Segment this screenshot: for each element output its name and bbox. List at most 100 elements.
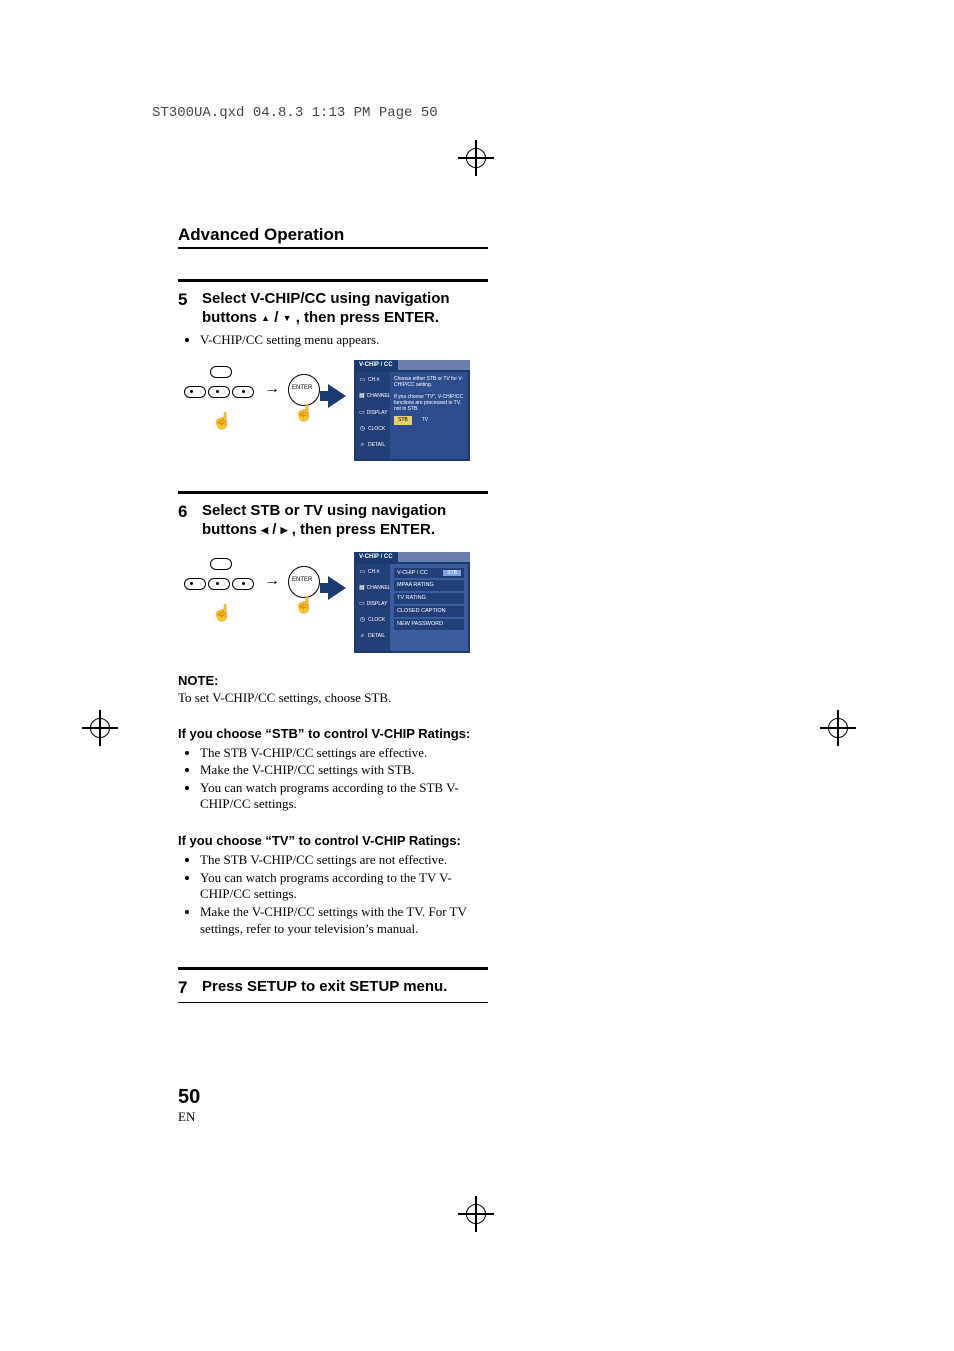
remote-enter-button: ENTER <box>288 374 320 406</box>
crop-mark-left <box>82 710 118 746</box>
step5-line2-prefix: buttons <box>202 309 261 326</box>
figure-step6: ☝ → ENTER ☝ V-CHIP / CC ▭CH.# ▦CHANNEL <box>178 552 488 653</box>
step5-line1: Select V-CHIP/CC using navigation <box>202 290 450 307</box>
step-number: 7 <box>178 978 192 998</box>
osd-icon: ⌕ <box>359 442 366 449</box>
osd2-row4: NEW PASSWORD <box>397 621 443 628</box>
page-title: Advanced Operation <box>178 225 488 249</box>
remote-nav-illustration: ☝ <box>178 552 256 622</box>
stb-heading: If you choose “STB” to control V-CHIP Ra… <box>178 726 488 741</box>
osd2-row1: MPAA RATING <box>397 582 434 589</box>
enter-label: ENTER <box>292 385 312 391</box>
crop-mark-top <box>458 140 494 176</box>
osd2-main: V-CHIP / CC STB MPAA RATING TV RATING CLO… <box>390 564 468 651</box>
osd1-side-2: DISPLAY <box>367 410 388 416</box>
crop-mark-right <box>820 710 856 746</box>
osd2-row0: V-CHIP / CC <box>397 570 428 577</box>
osd2-side-2: DISPLAY <box>367 601 388 607</box>
step5-line2-suffix: , then press ENTER. <box>296 309 439 326</box>
big-arrow-icon <box>328 384 346 408</box>
hand-icon: ☝ <box>288 406 320 422</box>
step-6: 6 Select STB or TV using navigation butt… <box>178 502 488 540</box>
right-arrow-icon <box>281 521 288 538</box>
figure-step5: ☝ → ENTER ☝ V-CHIP / CC ▭CH.# ▦CHANNEL <box>178 360 488 461</box>
arrow-right-icon: → <box>264 380 280 398</box>
rule <box>178 967 488 970</box>
enter-label: ENTER <box>292 577 312 583</box>
step-5: 5 Select V-CHIP/CC using navigation butt… <box>178 290 488 328</box>
osd1-side-1: CHANNEL <box>367 393 391 399</box>
step-number: 6 <box>178 502 192 540</box>
stb-b3: You can watch programs according to the … <box>200 780 488 813</box>
note-heading: NOTE: <box>178 673 488 688</box>
hand-icon: ☝ <box>212 414 232 430</box>
step-title: Select V-CHIP/CC using navigation button… <box>202 290 450 328</box>
big-arrow-icon <box>328 576 346 600</box>
tv-bullets: The STB V-CHIP/CC settings are not effec… <box>178 852 488 937</box>
osd1-side-3: CLOCK <box>368 426 385 432</box>
osd1-tab-active: V-CHIP / CC <box>354 360 398 370</box>
osd-icon: ▭ <box>359 377 366 384</box>
osd2-side-4: DETAIL <box>368 633 385 639</box>
osd-icon: ▭ <box>359 569 366 576</box>
step-7: 7 Press SETUP to exit SETUP menu. <box>178 978 488 998</box>
step-title: Press SETUP to exit SETUP menu. <box>202 978 447 998</box>
osd2-row0-val: STB <box>443 570 461 577</box>
page-lang: EN <box>178 1109 200 1125</box>
page-number-block: 50 EN <box>178 1086 200 1125</box>
osd2-row3: CLOSED CAPTION <box>397 608 446 615</box>
osd-icon: ⌕ <box>359 633 366 640</box>
osd-icon: ▭ <box>359 410 365 417</box>
left-arrow-icon <box>261 521 268 538</box>
osd1-text-1: Choose either STB or TV for V-CHIP/CC se… <box>394 376 464 389</box>
up-arrow-icon <box>261 309 270 326</box>
stb-b1: The STB V-CHIP/CC settings are effective… <box>200 745 488 762</box>
step-title: Select STB or TV using navigation button… <box>202 502 446 540</box>
osd1-stb-option: STB <box>394 416 412 424</box>
step-number: 5 <box>178 290 192 328</box>
prepress-header: ST300UA.qxd 04.8.3 1:13 PM Page 50 <box>152 105 438 121</box>
tv-b1: The STB V-CHIP/CC settings are not effec… <box>200 852 488 869</box>
osd1-text-2: If you choose "TV", V-CHIP/CC functions … <box>394 394 464 413</box>
rule-thin <box>178 1002 488 1003</box>
osd-icon: ◷ <box>359 617 366 624</box>
step5-bullet-1: V-CHIP/CC setting menu appears. <box>200 332 488 349</box>
step6-line2-prefix: buttons <box>202 521 261 538</box>
osd1-sidebar: ▭CH.# ▦CHANNEL ▭DISPLAY ◷CLOCK ⌕DETAIL <box>356 372 390 459</box>
osd1-tab-inactive <box>398 360 470 370</box>
remote-left-button <box>184 578 206 590</box>
note-body: To set V-CHIP/CC settings, choose STB. <box>178 690 488 706</box>
remote-mid-button <box>208 386 230 398</box>
page-number: 50 <box>178 1086 200 1109</box>
osd2-sidebar: ▭CH.# ▦CHANNEL ▭DISPLAY ◷CLOCK ⌕DETAIL <box>356 564 390 651</box>
stb-b2: Make the V-CHIP/CC settings with STB. <box>200 762 488 779</box>
remote-mid-button <box>208 578 230 590</box>
osd-icon: ▦ <box>359 585 365 592</box>
osd1-side-0: CH.# <box>368 377 379 383</box>
osd2-row2: TV RATING <box>397 595 426 602</box>
osd2-tab-inactive <box>398 552 470 562</box>
remote-nav-illustration: ☝ <box>178 360 256 430</box>
rule <box>178 279 488 282</box>
down-arrow-icon <box>283 309 292 326</box>
step6-line2-suffix: , then press ENTER. <box>292 521 435 538</box>
stb-bullets: The STB V-CHIP/CC settings are effective… <box>178 745 488 814</box>
step5-bullets: V-CHIP/CC setting menu appears. <box>178 332 488 349</box>
osd2-side-0: CH.# <box>368 569 379 575</box>
tv-b3: Make the V-CHIP/CC settings with the TV.… <box>200 904 488 937</box>
remote-up-button <box>210 558 232 570</box>
crop-mark-bottom <box>458 1196 494 1232</box>
osd1-side-4: DETAIL <box>368 442 385 448</box>
osd1-tv-option: TV <box>418 416 432 424</box>
remote-left-button <box>184 386 206 398</box>
osd-screenshot-2: V-CHIP / CC ▭CH.# ▦CHANNEL ▭DISPLAY ◷CLO… <box>354 552 470 653</box>
osd-icon: ▭ <box>359 601 365 608</box>
hand-icon: ☝ <box>212 606 232 622</box>
osd-screenshot-1: V-CHIP / CC ▭CH.# ▦CHANNEL ▭DISPLAY ◷CLO… <box>354 360 470 461</box>
arrow-right-icon: → <box>264 572 280 590</box>
step6-line1: Select STB or TV using navigation <box>202 502 446 519</box>
osd2-side-1: CHANNEL <box>367 585 391 591</box>
osd1-main: Choose either STB or TV for V-CHIP/CC se… <box>390 372 468 459</box>
tv-b2: You can watch programs according to the … <box>200 870 488 903</box>
remote-up-button <box>210 366 232 378</box>
